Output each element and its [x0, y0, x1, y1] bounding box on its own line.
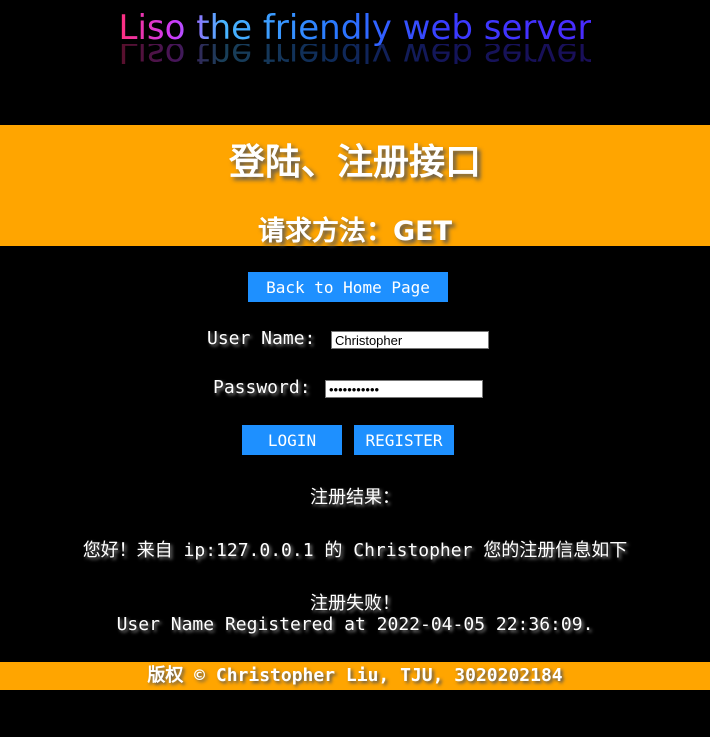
back-to-home-button[interactable]: Back to Home Page [248, 272, 448, 302]
page-banner: 登陆、注册接口 请求方法：GET [0, 125, 710, 247]
result-status: 注册失败！ [310, 593, 400, 614]
logo-reflection: Liso the friendly web server [118, 44, 592, 64]
result-heading: 注册结果： [310, 487, 400, 508]
login-button[interactable]: LOGIN [242, 425, 342, 455]
password-label: Password: [213, 377, 311, 398]
username-input[interactable]: Christopher [331, 331, 489, 349]
password-input[interactable]: ••••••••••• [325, 380, 483, 398]
result-greeting: 您好！来自 ip:127.0.0.1 的 Christopher 您的注册信息如… [82, 540, 628, 561]
logo-text: Liso the friendly web server [118, 8, 592, 48]
register-button[interactable]: REGISTER [354, 425, 454, 455]
result-detail: User Name Registered at 2022-04-05 22:36… [116, 614, 594, 635]
site-logo: Liso the friendly web server Liso the fr… [0, 8, 710, 70]
footer-copyright: 版权 © Christopher Liu, TJU, 3020202184 [0, 662, 710, 690]
page-title: 登陆、注册接口 [228, 142, 481, 183]
username-label: User Name: [207, 328, 316, 349]
request-method: 请求方法：GET [257, 216, 453, 247]
